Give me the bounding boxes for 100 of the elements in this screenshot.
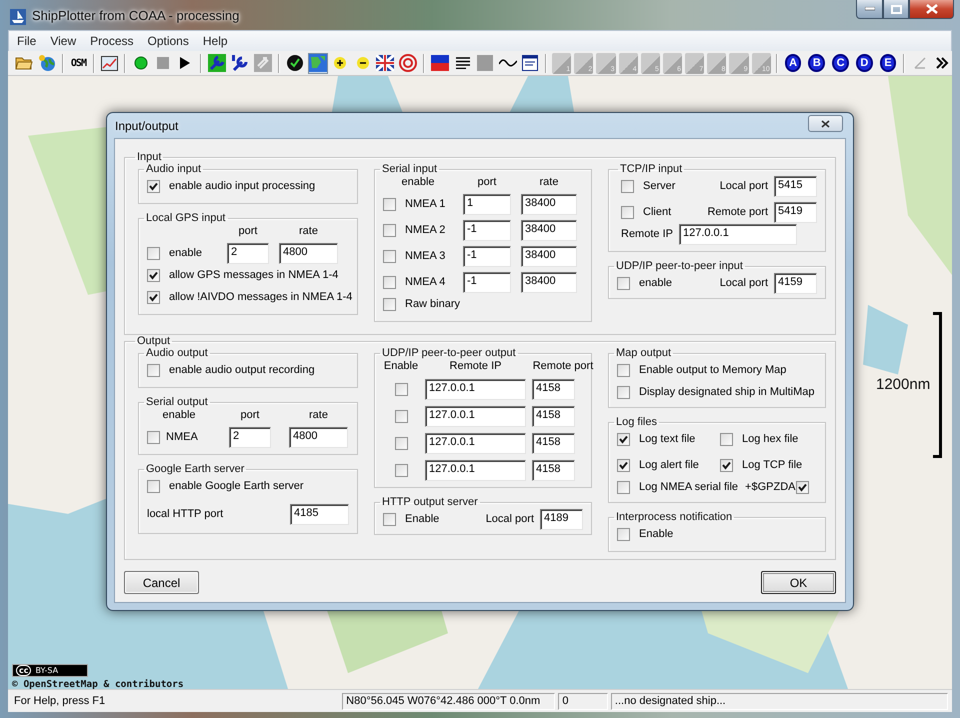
checkbox[interactable] bbox=[147, 246, 160, 260]
cancel-button[interactable]: Cancel bbox=[124, 571, 199, 594]
filter-button[interactable]: A bbox=[784, 54, 802, 72]
checkbox[interactable] bbox=[617, 528, 630, 540]
rate-field[interactable]: 38400 bbox=[521, 246, 577, 266]
menu-item[interactable]: Options bbox=[140, 32, 196, 50]
port-field[interactable]: 2 bbox=[227, 242, 269, 264]
filter-button[interactable]: E bbox=[880, 54, 896, 72]
check-circle-icon[interactable] bbox=[284, 52, 305, 74]
port-field[interactable]: -1 bbox=[463, 220, 511, 240]
checkbox-label: NMEA 1 bbox=[405, 198, 446, 210]
checkbox[interactable] bbox=[617, 364, 630, 376]
checkbox-label: NMEA 2 bbox=[405, 224, 446, 236]
checkbox[interactable] bbox=[617, 480, 630, 494]
close-icon bbox=[926, 4, 938, 14]
checkbox[interactable] bbox=[617, 276, 630, 290]
checkbox[interactable] bbox=[147, 430, 160, 444]
checkbox[interactable] bbox=[383, 250, 396, 262]
field-label: Remote port bbox=[706, 205, 768, 219]
map-icon[interactable] bbox=[308, 52, 328, 74]
checkbox[interactable] bbox=[383, 276, 396, 288]
port-field[interactable]: 4158 bbox=[532, 433, 575, 454]
window-icon[interactable] bbox=[520, 52, 540, 74]
checkbox[interactable] bbox=[394, 464, 408, 477]
port-field[interactable]: 2 bbox=[229, 426, 271, 448]
port-field[interactable]: 5419 bbox=[774, 202, 817, 222]
checkbox[interactable] bbox=[147, 180, 160, 192]
port-field[interactable]: 4158 bbox=[532, 406, 575, 427]
checkbox[interactable] bbox=[394, 437, 408, 450]
checkbox-label: Server bbox=[643, 180, 676, 192]
port-field[interactable]: -1 bbox=[463, 272, 511, 292]
column-heading: port bbox=[238, 224, 258, 238]
port-field[interactable]: 1 bbox=[463, 194, 511, 214]
port-field[interactable]: -1 bbox=[463, 246, 511, 266]
checkbox[interactable] bbox=[394, 410, 408, 423]
checkbox[interactable] bbox=[617, 386, 630, 398]
close-button[interactable] bbox=[808, 115, 843, 132]
checkbox[interactable] bbox=[394, 383, 408, 396]
checkbox[interactable] bbox=[383, 224, 396, 236]
filter-button[interactable]: D bbox=[856, 54, 873, 72]
ip-field[interactable]: 127.0.0.1 bbox=[425, 460, 526, 481]
ip-field[interactable]: 127.0.0.1 bbox=[425, 433, 526, 454]
target-icon[interactable] bbox=[398, 52, 418, 74]
checkbox-label: enable bbox=[169, 247, 202, 259]
maximize-button[interactable] bbox=[883, 0, 909, 19]
wrench-icon[interactable] bbox=[206, 52, 227, 74]
close-button[interactable] bbox=[909, 0, 954, 19]
rate-field[interactable]: 4800 bbox=[279, 242, 338, 264]
port-field[interactable]: 5415 bbox=[774, 176, 817, 196]
ip-field[interactable]: 127.0.0.1 bbox=[678, 224, 797, 244]
checkbox-label: Raw binary bbox=[405, 298, 460, 310]
port-field[interactable]: 4185 bbox=[290, 504, 349, 524]
filter-button[interactable]: B bbox=[808, 54, 826, 72]
menu-item[interactable]: View bbox=[43, 32, 84, 50]
panel-icon[interactable] bbox=[430, 52, 450, 74]
group-title: Google Earth server bbox=[145, 463, 246, 475]
checkbox[interactable] bbox=[621, 206, 634, 218]
port-field[interactable]: 4189 bbox=[540, 508, 583, 530]
checkbox[interactable] bbox=[147, 480, 160, 492]
rate-field[interactable]: 4800 bbox=[289, 426, 348, 448]
checkbox[interactable] bbox=[720, 432, 733, 446]
rate-field[interactable]: 38400 bbox=[521, 272, 577, 292]
filter-button[interactable]: C bbox=[832, 54, 849, 72]
status-text: For Help, press F1 bbox=[13, 695, 106, 707]
checkbox[interactable] bbox=[147, 268, 160, 282]
port-field[interactable]: 4158 bbox=[532, 379, 575, 400]
checkbox[interactable] bbox=[147, 290, 160, 304]
rate-field[interactable]: 38400 bbox=[521, 220, 577, 240]
checkbox[interactable] bbox=[617, 432, 630, 446]
globe-icon[interactable] bbox=[37, 52, 57, 74]
menu-item[interactable]: File bbox=[10, 32, 44, 50]
ok-button[interactable]: OK bbox=[761, 571, 836, 594]
minimize-button[interactable] bbox=[856, 0, 883, 19]
checkbox-label: NMEA 3 bbox=[405, 250, 446, 262]
status-pane: ...no designated ship... bbox=[610, 692, 948, 710]
checkbox[interactable] bbox=[720, 458, 733, 472]
ip-field[interactable]: 127.0.0.1 bbox=[425, 406, 526, 427]
checkbox-label: enable audio output recording bbox=[169, 364, 315, 376]
osm-button[interactable]: OSM bbox=[68, 52, 88, 74]
checkbox[interactable] bbox=[621, 180, 634, 192]
port-field[interactable]: 4158 bbox=[532, 460, 575, 481]
ip-field[interactable]: 127.0.0.1 bbox=[425, 379, 526, 400]
window-title: ShipPlotter from COAA - processing bbox=[32, 8, 240, 23]
checkbox[interactable] bbox=[383, 512, 396, 526]
menu-item[interactable]: Process bbox=[83, 32, 140, 50]
checkbox[interactable] bbox=[796, 480, 810, 494]
map-attribution: © OpenStreetMap & contributors bbox=[12, 679, 184, 689]
group-title: UDP/IP peer-to-peer input bbox=[615, 260, 744, 272]
rate-field[interactable]: 38400 bbox=[521, 194, 577, 214]
wrench-icon[interactable] bbox=[230, 52, 250, 74]
menu-item[interactable]: Help bbox=[196, 32, 235, 50]
flag-icon[interactable] bbox=[375, 52, 396, 74]
close-icon bbox=[821, 120, 830, 128]
checkbox[interactable] bbox=[383, 198, 396, 210]
port-field[interactable]: 4159 bbox=[774, 272, 817, 294]
checkbox[interactable] bbox=[147, 364, 160, 376]
group-title: Audio output bbox=[145, 347, 209, 359]
checkbox[interactable] bbox=[617, 458, 630, 472]
checkbox[interactable] bbox=[383, 298, 396, 310]
checkbox-label: Log NMEA serial file bbox=[639, 481, 738, 493]
